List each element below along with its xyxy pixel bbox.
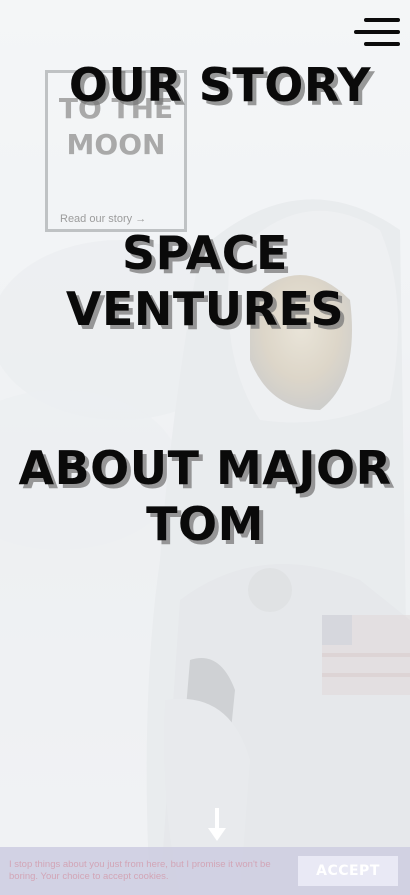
menu-item-space-ventures[interactable]: SPACE VENTURES	[0, 225, 410, 337]
hamburger-icon[interactable]	[354, 18, 400, 48]
hamburger-line	[354, 30, 400, 34]
read-story-link[interactable]: Read our story →	[60, 213, 146, 225]
accept-cookies-button[interactable]: ACCEPT	[298, 856, 398, 886]
hamburger-line	[364, 42, 400, 46]
down-arrow-icon[interactable]	[207, 808, 227, 842]
menu-item-our-story[interactable]: OUR STORY	[30, 57, 410, 113]
cookie-text: I stop things about you just from here, …	[9, 859, 271, 882]
cookie-banner: I stop things about you just from here, …	[0, 847, 410, 895]
hamburger-line	[364, 18, 400, 22]
menu-item-about-major-tom[interactable]: ABOUT MAJOR TOM	[0, 440, 410, 552]
